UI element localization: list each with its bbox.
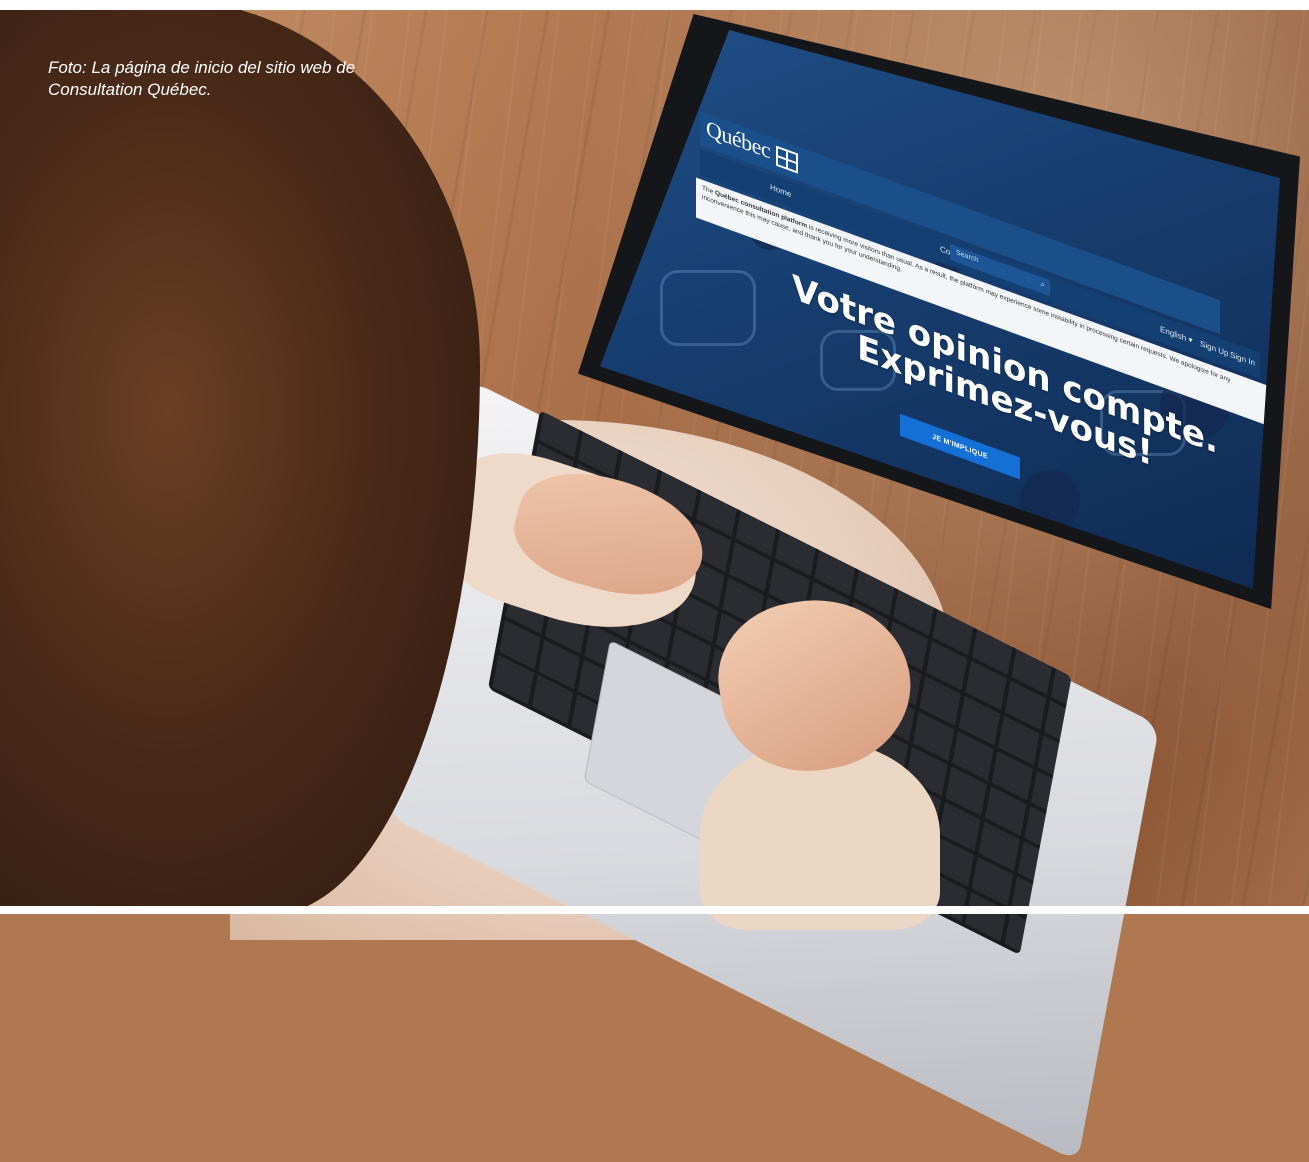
- sign-up-link[interactable]: Sign Up: [1200, 339, 1228, 358]
- caption-line-1: Foto: La página de inicio del sitio web …: [48, 58, 356, 77]
- photo-caption: Foto: La página de inicio del sitio web …: [48, 57, 468, 101]
- nav-home-link[interactable]: Home: [770, 182, 791, 199]
- image-border-top: [0, 0, 1309, 10]
- search-icon[interactable]: ⌕: [1041, 279, 1045, 291]
- sign-in-link[interactable]: Sign In: [1230, 350, 1255, 368]
- caption-line-2: Consultation Québec.: [48, 80, 212, 99]
- person-hair: [0, 0, 480, 914]
- language-selector[interactable]: English ▾: [1160, 324, 1192, 345]
- image-border-bottom: [0, 906, 1309, 914]
- cta-button[interactable]: JE M'IMPLIQUE: [900, 413, 1020, 480]
